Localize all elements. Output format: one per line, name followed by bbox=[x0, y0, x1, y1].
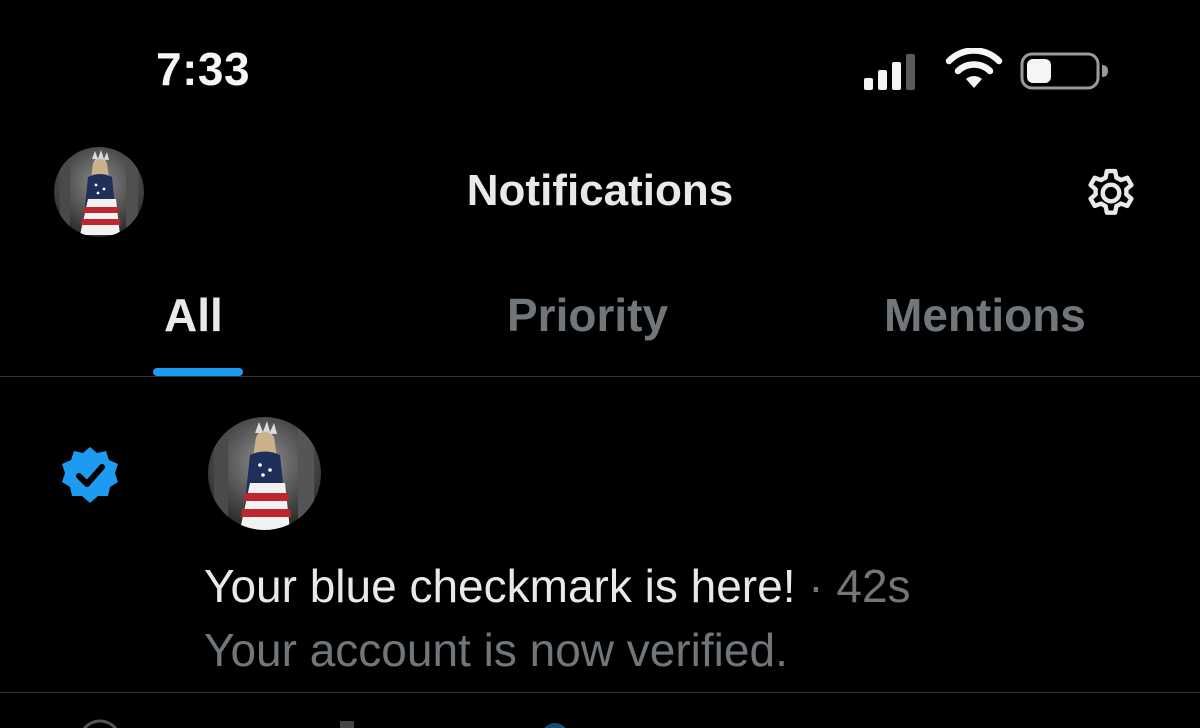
tab-mentions[interactable]: Mentions bbox=[884, 288, 1086, 342]
status-bar: 7:33 bbox=[0, 0, 1200, 130]
settings-button[interactable] bbox=[1080, 162, 1142, 224]
page-title: Notifications bbox=[466, 166, 734, 215]
status-time: 7:33 bbox=[156, 43, 251, 95]
tab-priority[interactable]: Priority bbox=[507, 288, 668, 342]
notification-title: Your blue checkmark is here! bbox=[204, 560, 796, 612]
notification-time: 42s bbox=[836, 560, 911, 612]
gear-icon bbox=[1088, 168, 1134, 215]
wifi-icon bbox=[945, 48, 1003, 88]
notification-item[interactable]: Your blue checkmark is here! · 42s Your … bbox=[0, 377, 1200, 692]
next-notification-peek bbox=[0, 693, 1200, 728]
verified-badge-icon bbox=[62, 447, 118, 503]
notification-title-line: Your blue checkmark is here! · 42s bbox=[204, 559, 911, 613]
active-tab-indicator bbox=[153, 368, 243, 376]
notification-separator: · bbox=[808, 560, 824, 612]
tab-all[interactable]: All bbox=[164, 288, 223, 342]
notification-avatar[interactable] bbox=[208, 417, 321, 530]
signal-icon bbox=[864, 54, 915, 90]
battery-icon bbox=[1020, 52, 1108, 90]
notification-body: Your account is now verified. bbox=[204, 624, 788, 676]
tab-bar: All Priority Mentions bbox=[0, 270, 1200, 377]
